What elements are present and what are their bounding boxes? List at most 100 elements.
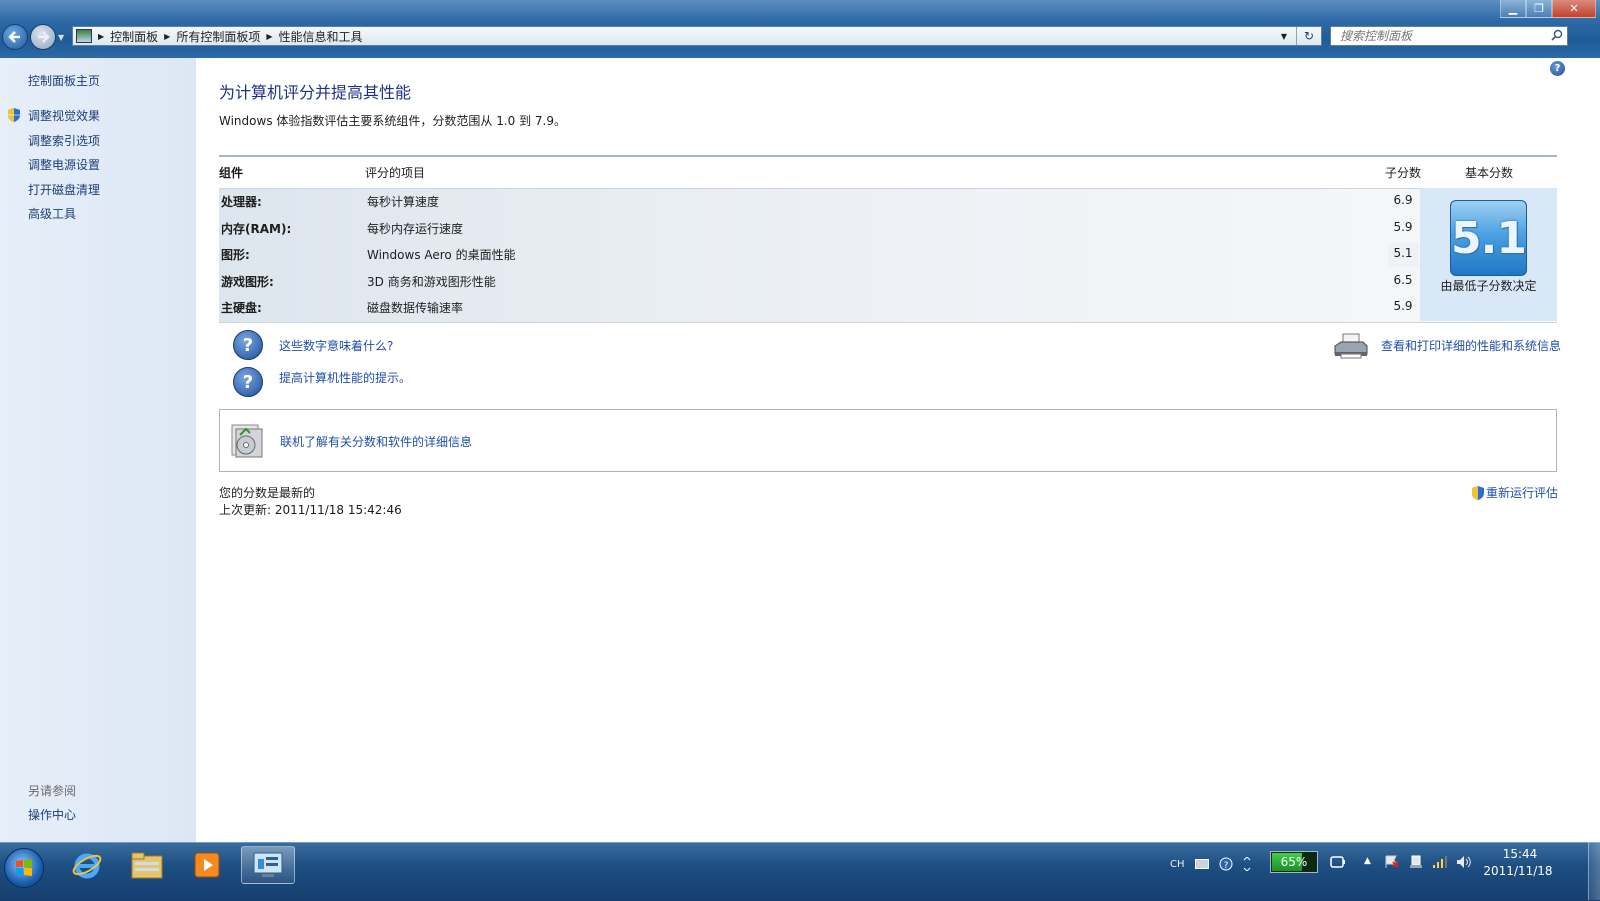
link-print-details[interactable]: 查看和打印详细的性能和系统信息 xyxy=(1381,337,1561,354)
windows-logo-icon xyxy=(16,859,32,876)
help-icon[interactable]: ? xyxy=(1550,61,1565,76)
see-also-header: 另请参阅 xyxy=(28,784,77,798)
media-player-icon xyxy=(194,852,220,878)
link-online-info[interactable]: 联机了解有关分数和软件的详细信息 xyxy=(280,433,472,450)
row-component: 内存(RAM): xyxy=(221,222,292,236)
ime-options-icon[interactable] xyxy=(1243,857,1251,871)
address-dropdown-button[interactable]: ▼ xyxy=(1277,27,1291,45)
power-plug-icon[interactable] xyxy=(1330,855,1346,869)
score-status: 您的分数是最新的 xyxy=(219,486,316,500)
last-updated: 上次更新: 2011/11/18 15:42:46 xyxy=(219,503,402,517)
uac-shield-icon xyxy=(1472,485,1484,500)
clock-date[interactable]: 2011/11/18 xyxy=(1478,864,1558,878)
help-icon[interactable]: ? xyxy=(1219,857,1233,871)
row-subscore: 5.9 xyxy=(1393,220,1413,234)
safely-remove-hardware-icon[interactable] xyxy=(1409,855,1423,869)
row-rated-item: 3D 商务和游戏图形性能 xyxy=(367,275,496,289)
base-score-value: 5.1 xyxy=(1451,212,1527,264)
wireless-network-icon[interactable] xyxy=(1432,855,1448,869)
window-controls: ▁ ❐ ✕ xyxy=(1500,0,1596,18)
sidebar-control-panel-home[interactable]: 控制面板主页 xyxy=(28,72,100,89)
row-rated-item: 每秒内存运行速度 xyxy=(367,222,464,236)
row-component: 图形: xyxy=(221,248,250,262)
system-tray: CH ? xyxy=(1170,848,1261,880)
row-rated-item: 每秒计算速度 xyxy=(367,195,440,209)
sidebar-item-visual-effects[interactable]: 调整视觉效果 xyxy=(28,107,100,124)
row-subscore: 5.9 xyxy=(1393,299,1413,313)
row-subscore: 6.5 xyxy=(1393,273,1413,287)
close-button[interactable]: ✕ xyxy=(1552,0,1596,18)
action-center-icon[interactable] xyxy=(1384,855,1400,869)
performance-tools-icon xyxy=(253,852,283,877)
base-score-note: 由最低子分数决定 xyxy=(1440,279,1537,293)
search-input[interactable] xyxy=(1331,27,1540,45)
sidebar-item-indexing[interactable]: 调整索引选项 xyxy=(28,132,100,149)
refresh-button[interactable]: ↻ xyxy=(1296,27,1321,45)
uac-shield-icon xyxy=(8,108,20,122)
taskbar-file-explorer[interactable] xyxy=(120,846,174,884)
row-subscore: 6.9 xyxy=(1393,193,1413,207)
minimize-button[interactable]: ▁ xyxy=(1500,0,1526,18)
sidebar-item-advanced-tools[interactable]: 高级工具 xyxy=(28,205,76,222)
show-desktop-button[interactable] xyxy=(1588,842,1600,900)
sidebar-item-action-center[interactable]: 操作中心 xyxy=(28,806,76,823)
sidebar-item-power[interactable]: 调整电源设置 xyxy=(28,156,100,173)
link-performance-tips[interactable]: 提高计算机性能的提示。 xyxy=(279,369,411,386)
page-title: 为计算机评分并提高其性能 xyxy=(219,83,412,102)
forward-button[interactable] xyxy=(30,24,56,50)
table-divider xyxy=(219,155,1557,157)
row-component: 处理器: xyxy=(221,195,262,209)
svg-text:?: ? xyxy=(1223,861,1228,871)
breadcrumb-all-items[interactable]: 所有控制面板项 xyxy=(176,28,260,45)
row-component: 游戏图形: xyxy=(221,275,274,289)
row-rated-item: Windows Aero 的桌面性能 xyxy=(367,248,516,262)
row-rated-item: 磁盘数据传输速率 xyxy=(367,301,464,315)
link-what-numbers-mean[interactable]: 这些数字意味着什么? xyxy=(279,337,393,354)
back-arrow-icon xyxy=(8,31,20,43)
folder-icon xyxy=(131,852,163,879)
rerun-assessment-link[interactable]: 重新运行评估 xyxy=(1472,484,1558,501)
breadcrumb-performance[interactable]: 性能信息和工具 xyxy=(279,28,363,45)
control-panel-icon xyxy=(76,29,92,43)
breadcrumb-separator[interactable]: ▶ xyxy=(266,32,272,41)
back-button[interactable] xyxy=(2,24,28,50)
column-header-subscore: 子分数 xyxy=(1385,166,1422,180)
column-header-rated-item: 评分的项目 xyxy=(365,166,426,180)
start-button[interactable] xyxy=(4,848,44,888)
question-icon: ? xyxy=(233,330,263,360)
language-indicator[interactable]: CH xyxy=(1170,859,1185,870)
software-disc-icon xyxy=(231,424,263,458)
search-icon[interactable] xyxy=(1551,29,1563,41)
taskbar-media-player[interactable] xyxy=(180,846,234,884)
volume-icon[interactable] xyxy=(1456,855,1472,869)
recent-pages-dropdown[interactable]: ▼ xyxy=(58,33,64,42)
search-box[interactable] xyxy=(1330,26,1568,46)
breadcrumb-separator[interactable]: ▶ xyxy=(98,32,104,41)
row-subscore: 5.1 xyxy=(1393,246,1413,260)
keyboard-icon[interactable] xyxy=(1194,859,1209,869)
row-component: 主硬盘: xyxy=(221,301,262,315)
base-score-tile: 5.1 xyxy=(1450,200,1527,276)
sidebar-item-disk-cleanup[interactable]: 打开磁盘清理 xyxy=(28,181,100,198)
page-description: Windows 体验指数评估主要系统组件，分数范围从 1.0 到 7.9。 xyxy=(219,114,566,128)
printer-icon xyxy=(1334,333,1368,359)
breadcrumb-control-panel[interactable]: 控制面板 xyxy=(110,28,158,45)
internet-explorer-icon xyxy=(72,853,102,879)
address-bar[interactable]: ▶ 控制面板 ▶ 所有控制面板项 ▶ 性能信息和工具 ▼ ↻ xyxy=(72,26,1322,46)
column-header-base-score: 基本分数 xyxy=(1465,166,1514,180)
taskbar-internet-explorer[interactable] xyxy=(60,846,114,884)
clock-time[interactable]: 15:44 xyxy=(1490,847,1550,861)
left-navigation-pane: 控制面板主页 调整视觉效果 调整索引选项 调整电源设置 打开磁盘清理 高级工具 … xyxy=(0,58,196,842)
breadcrumb-separator[interactable]: ▶ xyxy=(164,32,170,41)
show-hidden-icons-button[interactable]: ▲ xyxy=(1364,856,1371,866)
battery-indicator[interactable]: 65% xyxy=(1270,851,1318,873)
question-icon: ? xyxy=(233,367,263,397)
battery-percent: 65% xyxy=(1280,855,1308,869)
taskbar xyxy=(0,842,1600,901)
forward-arrow-icon xyxy=(38,31,50,43)
column-header-component: 组件 xyxy=(219,166,244,180)
rerun-assessment-label: 重新运行评估 xyxy=(1486,486,1559,500)
taskbar-performance-tools[interactable] xyxy=(241,846,295,884)
navigation-buttons: ▼ xyxy=(2,24,64,50)
maximize-button[interactable]: ❐ xyxy=(1526,0,1552,18)
